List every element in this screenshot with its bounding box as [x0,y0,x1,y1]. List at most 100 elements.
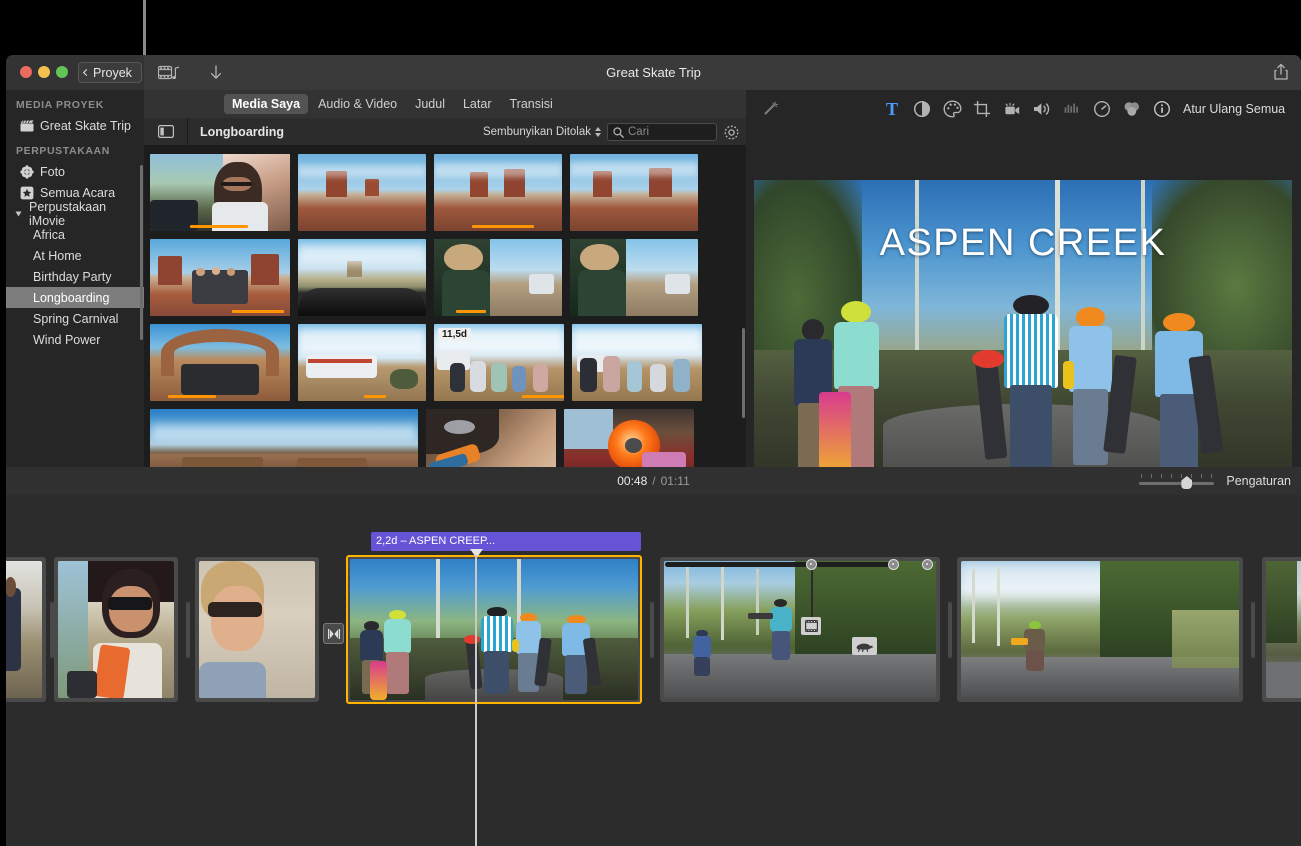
clip-trim-handle[interactable] [182,557,193,702]
media-thumbnail[interactable]: 11,5d [434,324,564,401]
timeline-clip[interactable] [660,557,940,702]
timeline-clip[interactable] [6,557,46,702]
sidebar-scrollbar[interactable] [140,165,143,340]
speed-icon[interactable] [1087,90,1117,128]
sidebar-item-great-skate-trip[interactable]: Great Skate Trip [6,115,144,136]
clip-trim-handle[interactable] [1247,557,1258,702]
sidebar-item-foto[interactable]: Foto [6,161,144,182]
media-thumbnail[interactable] [570,239,698,316]
close-window-button[interactable] [20,66,32,78]
media-thumbnail[interactable] [298,239,426,316]
settings-button[interactable]: Pengaturan [1226,474,1291,488]
sidebar-section-project-media: MEDIA PROYEK [6,90,144,115]
tab-latar[interactable]: Latar [455,94,500,114]
favorite-bar [456,310,486,313]
media-thumbnail[interactable] [570,154,698,231]
browser-scrollbar[interactable] [742,328,745,418]
marker-dot[interactable] [922,559,933,570]
hide-rejected-popup[interactable]: Sembunyikan Ditolak [483,126,601,138]
media-thumbnail[interactable] [572,324,702,401]
favorite-bar [232,310,284,313]
sidebar-item-label: Wind Power [33,333,100,347]
timeline-clip-selected[interactable] [346,555,642,704]
sidebar-item-perpustakaan-imovie[interactable]: Perpustakaan iMovie [6,203,144,224]
media-thumbnail[interactable] [434,154,562,231]
application-window: Proyek Great Skate Trip [6,55,1301,846]
sidebar-toggle-icon[interactable] [144,118,188,146]
favorite-bar [472,225,534,228]
media-row [150,239,746,316]
media-thumbnail[interactable] [434,239,562,316]
timeline-clip[interactable] [195,557,319,702]
sidebar-item-wind-power[interactable]: Wind Power [6,329,144,350]
sidebar-item-spring-carnival[interactable]: Spring Carnival [6,308,144,329]
clapperboard-icon [20,119,34,133]
stabilization-icon[interactable] [997,90,1027,128]
marker-dot[interactable] [806,559,817,570]
playhead-line [475,555,477,846]
timeline-clip[interactable] [54,557,178,702]
search-input[interactable]: Cari [607,123,717,141]
inspector-toolbar: T [746,90,1301,128]
magic-wand-icon[interactable] [755,90,785,128]
timeline-clip[interactable] [1262,557,1301,702]
info-icon[interactable] [1147,90,1177,128]
tab-media-saya[interactable]: Media Saya [224,94,308,114]
minimize-window-button[interactable] [38,66,50,78]
total-time: 01:11 [661,474,690,488]
duration-badge: 11,5d [438,328,471,341]
reset-all-button[interactable]: Atur Ulang Semua [1183,102,1285,116]
chevron-updown-icon [595,127,601,137]
callout-pointer-line [143,0,146,56]
media-thumbnail[interactable] [150,324,290,401]
current-time: 00:48 [617,474,647,488]
sidebar-item-longboarding[interactable]: Longboarding [6,287,144,308]
filters-icon[interactable] [1117,90,1147,128]
sidebar-item-label: Foto [40,165,65,179]
title-text-icon[interactable]: T [877,90,907,128]
media-browser: Longboarding Sembunyikan Ditolak Cari [144,118,746,523]
back-button-label: Proyek [93,66,132,80]
back-to-projects-button[interactable]: Proyek [78,62,142,83]
favorite-bar [522,395,564,398]
video-viewer[interactable]: ASPEN CREEK [754,180,1292,483]
volume-icon[interactable] [1027,90,1057,128]
tab-judul[interactable]: Judul [407,94,453,114]
zoom-slider-track [1139,482,1214,485]
sidebar-item-label: Spring Carnival [33,312,118,326]
freeze-frame-icon[interactable] [801,617,821,635]
zoom-slider[interactable] [1139,473,1214,489]
favorite-bar [168,395,216,398]
time-separator: / [652,474,655,488]
tab-audio-video[interactable]: Audio & Video [310,94,405,114]
sidebar-item-birthday-party[interactable]: Birthday Party [6,266,144,287]
search-placeholder: Cari [628,126,649,138]
media-thumbnail[interactable] [298,324,426,401]
color-balance-icon[interactable] [907,90,937,128]
disclosure-triangle-icon[interactable] [16,211,22,216]
clip-trim-handle[interactable] [646,557,657,702]
clip-trim-handle[interactable] [944,557,955,702]
noise-reduction-icon[interactable] [1057,90,1087,128]
timeline-toolbar-right: Pengaturan [1139,467,1291,495]
maximize-window-button[interactable] [56,66,68,78]
browser-tabs: Media Saya Audio & Video Judul Latar Tra… [224,94,561,114]
marker-dot[interactable] [888,559,899,570]
share-icon[interactable] [1273,63,1289,81]
download-icon[interactable] [209,65,223,81]
sidebar-item-at-home[interactable]: At Home [6,245,144,266]
timeline-title-clip[interactable]: 2,2d – ASPEN CREEP... [371,532,641,551]
color-correction-icon[interactable] [937,90,967,128]
transition-icon[interactable] [323,623,344,644]
viewer-title-overlay: ASPEN CREEK [754,222,1292,265]
tab-transisi[interactable]: Transisi [501,94,560,114]
crop-icon[interactable] [967,90,997,128]
sidebar-item-label: Birthday Party [33,270,112,284]
timeline-clip[interactable] [957,557,1243,702]
media-thumbnail[interactable] [150,154,290,231]
slow-motion-turtle-icon[interactable] [852,637,877,655]
media-thumbnail[interactable] [150,239,290,316]
media-thumbnail[interactable] [298,154,426,231]
gear-icon[interactable] [723,124,740,141]
media-import-icon[interactable] [158,65,180,81]
